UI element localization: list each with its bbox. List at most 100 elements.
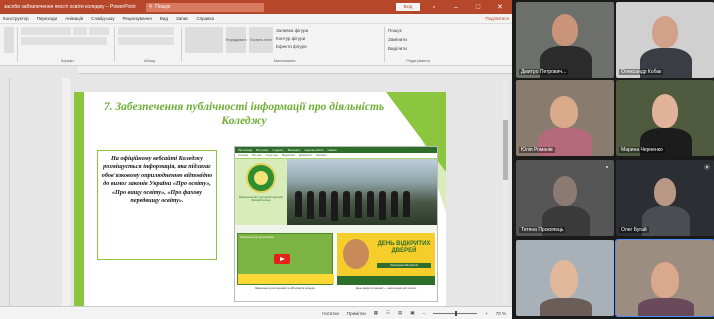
site-subnav-item: Про нас — [251, 154, 262, 157]
tab-transitions[interactable]: Переходи — [37, 16, 57, 21]
website-screenshot[interactable]: Про коледж Вступнику Студенту Викладачу … — [234, 146, 438, 302]
vertical-ruler — [62, 78, 70, 306]
notes-button[interactable]: Нотатки — [322, 311, 339, 316]
zoom-level[interactable]: 70 % — [496, 311, 506, 316]
site-nav-item: Викладачу — [287, 148, 301, 152]
participant-name: Олександр Кобак — [619, 69, 664, 75]
tab-record[interactable]: Запис — [176, 16, 188, 21]
zoom-slider[interactable] — [433, 310, 478, 316]
ribbon-group-drawing: Упорядкувати Експрес-стилі Заливка фігур… — [185, 27, 385, 63]
participant-tile[interactable] — [516, 240, 614, 316]
scrollbar-thumb[interactable] — [503, 120, 508, 180]
align-buttons[interactable] — [118, 37, 174, 45]
caption-left: Звернення до випускників та абітурієнтів… — [255, 287, 315, 290]
select-button[interactable]: Виділити — [388, 45, 444, 52]
youtube-play-icon — [274, 254, 290, 264]
close-icon[interactable]: ✕ — [492, 3, 508, 11]
site-nav-item: Наукова робота — [304, 148, 324, 152]
video-card-label: Звернення до випускників — [240, 235, 274, 239]
site-subnav-item: Контакти — [315, 154, 327, 157]
zoom-in-icon[interactable]: + — [485, 311, 488, 316]
arrange-label: Упорядкувати — [225, 38, 247, 42]
thumbnail-pane[interactable] — [0, 78, 10, 306]
site-hero: Відокремлений структурний підрозділ Фахо… — [235, 159, 437, 225]
search-box[interactable]: ⚲ Пошук — [145, 2, 264, 12]
sorter-view-icon[interactable]: ☷ — [386, 310, 390, 316]
editing-area: 7. Забезпечення публічності інформації п… — [0, 78, 512, 306]
site-subnav-item: Структура — [265, 154, 278, 157]
participant-tile[interactable]: Марина Черненко — [616, 80, 714, 156]
tab-animations[interactable]: Анімація — [65, 16, 83, 21]
maximize-icon[interactable]: □ — [470, 4, 486, 11]
site-subnav-item: Головна — [238, 154, 248, 157]
zoom-out-icon[interactable]: – — [423, 311, 426, 316]
font-name-select[interactable] — [21, 27, 71, 35]
share-button[interactable]: Поділитися — [485, 16, 509, 21]
slide[interactable]: 7. Забезпечення публічності інформації п… — [74, 92, 446, 306]
site-emblem-panel: Відокремлений структурний підрозділ Фахо… — [235, 159, 287, 225]
minimize-icon[interactable]: – — [448, 4, 464, 11]
site-nav-item: Вступнику — [256, 148, 269, 152]
slide-text-box[interactable]: На офіційному вебсайті Коледжу розміщуєт… — [97, 150, 217, 260]
ribbon-group-font: Шрифт — [21, 27, 115, 63]
comments-button[interactable]: Примітки — [347, 311, 366, 316]
shape-effects-button[interactable]: Ефекти фігури — [276, 43, 308, 50]
tab-review[interactable]: Рецензування — [123, 16, 152, 21]
slideshow-view-icon[interactable]: ▣ — [410, 310, 414, 316]
font-size-select[interactable] — [73, 27, 87, 35]
replace-button[interactable]: Замінити — [388, 36, 444, 43]
shape-fill-button[interactable]: Заливка фігури — [276, 27, 308, 34]
tab-slideshow[interactable]: Слайд-шоу — [91, 16, 114, 21]
normal-view-icon[interactable]: ▦ — [374, 310, 378, 316]
site-nav-item: Про коледж — [238, 148, 253, 152]
find-button[interactable]: Пошук — [388, 27, 444, 34]
font-format-buttons[interactable] — [21, 37, 107, 45]
horizontal-ruler — [78, 66, 512, 74]
ribbon-group-clipboard — [4, 27, 18, 62]
graduates-silhouettes — [295, 191, 410, 221]
group-label-editing: Редагування — [406, 58, 430, 63]
group-label-drawing: Малювання — [273, 58, 296, 63]
site-nav-item: Новини — [327, 148, 337, 152]
arrange-button[interactable]: Упорядкувати — [225, 27, 247, 53]
title-bar: засоби забезпечення якості освіти коледж… — [0, 0, 512, 14]
search-icon: ⚲ — [148, 4, 153, 10]
open-day-subtitle: Запрошуємо абітурієнтів — [377, 263, 431, 268]
participant-audio-icon: ● — [604, 164, 610, 170]
caption-right: День відкритих дверей — запрошуємо всіх … — [355, 287, 417, 290]
site-nav-item: Студенту — [272, 148, 284, 152]
shapes-gallery[interactable] — [185, 27, 223, 53]
shape-outline-button[interactable]: Контур фігури — [276, 35, 308, 42]
ribbon-tabs: Конструктор Переходи Анімація Слайд-шоу … — [0, 14, 512, 24]
participant-tile[interactable]: Юлія Романів — [516, 80, 614, 156]
list-buttons[interactable] — [118, 27, 174, 35]
video-grid: Дмитро Петрович... Олександр Кобак Юлія … — [512, 0, 714, 319]
ribbon-display-icon[interactable]: ▫ — [426, 4, 442, 11]
student-photo — [343, 239, 369, 269]
quick-styles-button[interactable]: Експрес-стилі — [249, 27, 273, 53]
vertical-scrollbar[interactable] — [503, 80, 508, 304]
participant-tile[interactable]: Олександр Кобак — [616, 2, 714, 78]
open-day-title: ДЕНЬ ВІДКРИТИХ ДВЕРЕЙ — [377, 241, 431, 254]
participant-name: Марина Черненко — [619, 147, 665, 153]
sign-in-button[interactable]: Вхід — [396, 3, 420, 11]
participant-tile-active[interactable] — [615, 239, 714, 317]
slide-title[interactable]: 7. Забезпечення публічності інформації п… — [94, 100, 394, 128]
group-label-paragraph: Абзац — [143, 58, 156, 63]
participant-tile[interactable]: ● Олег Бугай — [616, 160, 714, 236]
tab-view[interactable]: Вид — [160, 16, 168, 21]
open-day-bar — [337, 276, 435, 285]
tab-help[interactable]: Справка — [196, 16, 214, 21]
participant-name: Олег Бугай — [619, 227, 649, 233]
college-emblem-icon — [246, 163, 276, 193]
paste-button[interactable] — [4, 27, 14, 53]
participant-tile[interactable]: ● Тетяна Прокопець — [516, 160, 614, 236]
participant-tile[interactable]: Дмитро Петрович... — [516, 2, 614, 78]
participant-audio-icon: ● — [704, 164, 710, 170]
tab-design[interactable]: Конструктор — [3, 16, 29, 21]
site-subnav-item: Документи — [298, 154, 312, 157]
reading-view-icon[interactable]: ▤ — [398, 310, 402, 316]
font-size-buttons[interactable] — [89, 27, 109, 35]
participant-name: Дмитро Петрович... — [519, 69, 569, 75]
participant-name: Тетяна Прокопець — [519, 227, 566, 233]
